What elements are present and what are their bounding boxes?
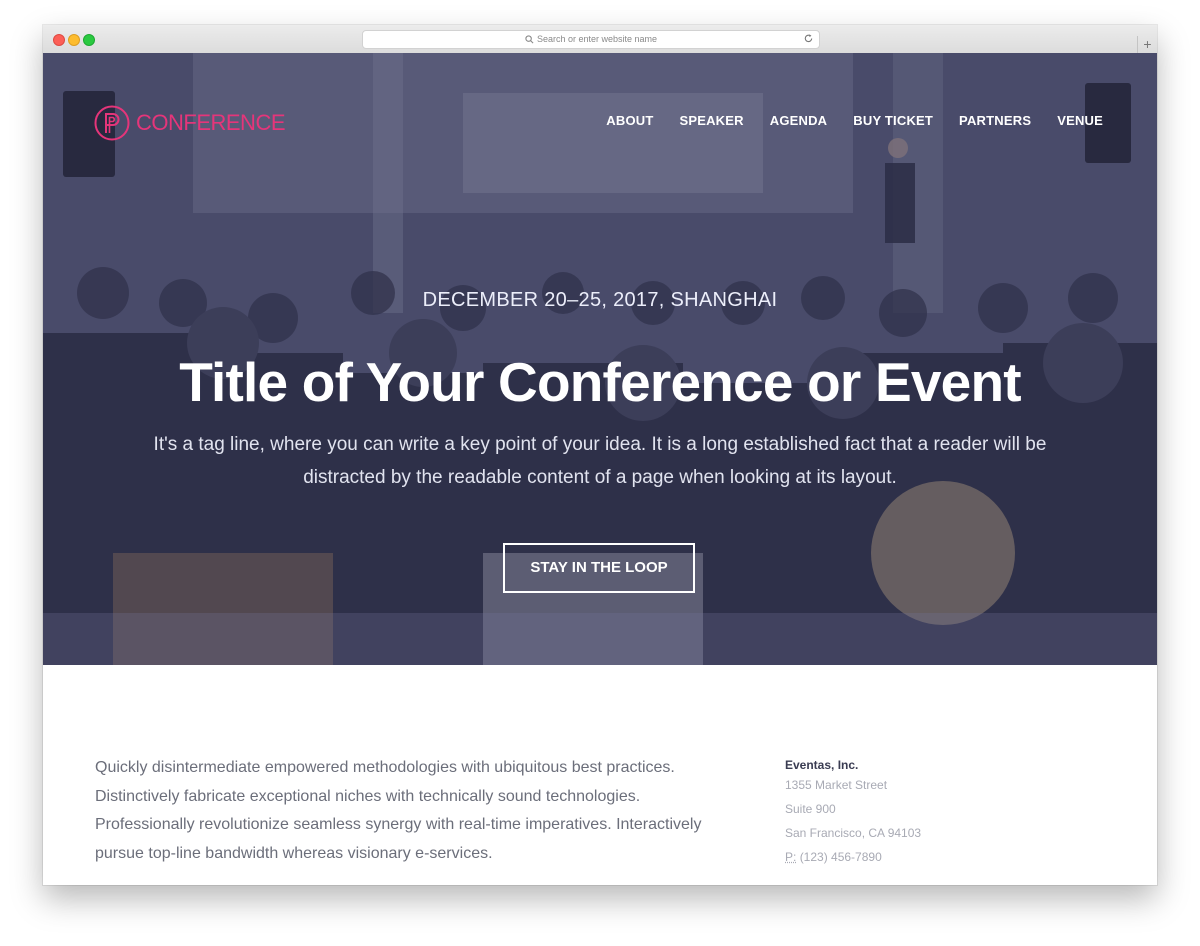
nav-partners[interactable]: PARTNERS xyxy=(959,113,1031,129)
browser-window: Search or enter website name + CONFERENC… xyxy=(43,25,1157,885)
logo-text: CONFERENCE xyxy=(136,110,286,135)
address-bar[interactable]: Search or enter website name xyxy=(362,30,820,49)
conference-logo[interactable]: CONFERENCE xyxy=(94,105,286,141)
event-title: Title of Your Conference or Event xyxy=(179,351,1021,413)
intro-section: Quickly disintermediate empowered method… xyxy=(43,665,1157,885)
main-nav: ABOUT SPEAKER AGENDA BUY TICKET PARTNERS… xyxy=(580,113,1103,129)
nav-agenda[interactable]: AGENDA xyxy=(770,113,828,129)
address-bar-placeholder: Search or enter website name xyxy=(536,34,658,44)
phone-value: (123) 456-7890 xyxy=(799,850,882,864)
minimize-window-button[interactable] xyxy=(68,34,80,46)
stay-in-the-loop-button[interactable]: STAY IN THE LOOP xyxy=(503,543,695,593)
intro-text: Quickly disintermediate empowered method… xyxy=(95,759,702,862)
search-icon xyxy=(525,35,534,44)
address-street: 1355 Market Street xyxy=(785,778,888,792)
hero-bottom-band xyxy=(43,613,1157,665)
nav-buy-ticket[interactable]: BUY TICKET xyxy=(853,113,933,129)
logo-icon xyxy=(94,105,130,141)
event-tagline: It's a tag line, where you can write a k… xyxy=(153,434,1047,488)
nav-venue[interactable]: VENUE xyxy=(1057,113,1103,129)
nav-speaker[interactable]: SPEAKER xyxy=(679,113,743,129)
contact-address: Eventas, Inc. 1355 Market Street Suite 9… xyxy=(785,757,921,869)
new-tab-button[interactable]: + xyxy=(1137,36,1157,53)
company-name: Eventas, Inc. xyxy=(785,758,859,772)
address-suite: Suite 900 xyxy=(785,802,836,816)
phone-number: P: (123) 456-7890 xyxy=(785,845,921,869)
reload-icon[interactable] xyxy=(803,33,814,44)
browser-toolbar: Search or enter website name + xyxy=(43,25,1157,54)
close-window-button[interactable] xyxy=(53,34,65,46)
event-date: DECEMBER 20–25, 2017, SHANGHAI xyxy=(422,289,778,311)
hero-section: CONFERENCE ABOUT SPEAKER AGENDA BUY TICK… xyxy=(43,53,1157,665)
zoom-window-button[interactable] xyxy=(83,34,95,46)
phone-label: P: xyxy=(785,850,797,864)
address-city: San Francisco, CA 94103 xyxy=(785,826,922,840)
nav-about[interactable]: ABOUT xyxy=(606,113,653,129)
